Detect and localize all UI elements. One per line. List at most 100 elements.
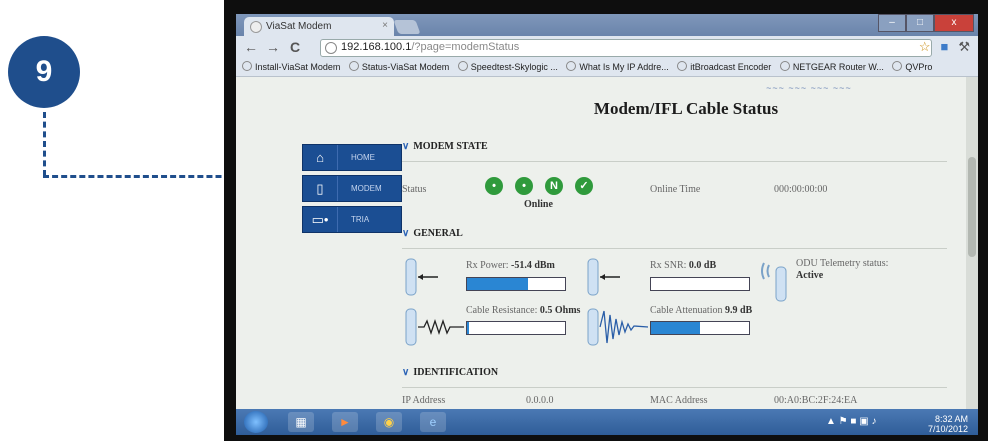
minimize-button[interactable]: – (878, 14, 906, 32)
window-controls: – □ x (878, 14, 974, 32)
forward-arrow-icon[interactable]: → (266, 39, 280, 55)
bookmark-favicon-icon (566, 61, 577, 71)
section-title: IDENTIFICATION (413, 367, 499, 378)
bookmark-item[interactable]: NETGEAR Router W... (779, 61, 884, 72)
browser-toolbar: ← → C 192.168.100.1/?page=modemStatus ☆ … (236, 36, 978, 58)
reload-icon[interactable]: C (290, 39, 300, 55)
status-value: Online (524, 199, 553, 210)
bookmark-favicon-icon (892, 61, 903, 71)
menu-label: HOME (351, 153, 375, 162)
media-player-icon[interactable]: ► (332, 412, 358, 432)
bookmark-item[interactable]: What Is My IP Addre... (566, 61, 669, 72)
url-text: 192.168.100.1/?page=modemStatus (341, 41, 519, 53)
mac-address-label: MAC Address (650, 395, 708, 406)
url-path: /?page=modemStatus (411, 41, 520, 53)
step-number-badge: 9 (8, 36, 80, 108)
rx-snr-text: Rx SNR: 0.0 dB (650, 260, 716, 271)
bookmark-label: Install-ViaSat Modem (255, 62, 341, 72)
section-header-modem-state[interactable]: ∨ MODEM STATE (402, 141, 947, 162)
cable-attenuation-meter (650, 321, 750, 335)
file-explorer-icon[interactable]: ▦ (288, 412, 314, 432)
online-time-value: 000:00:00:00 (774, 184, 828, 195)
bookmark-item[interactable]: Status-ViaSat Modem (348, 61, 450, 72)
modem-icon: ▯ (303, 176, 338, 201)
tab-close-icon[interactable]: × (382, 20, 388, 31)
wrench-icon[interactable]: ⚒ (958, 39, 970, 55)
collapse-chevron-icon: ∨ (402, 228, 410, 239)
bookmark-item[interactable]: QVPro (892, 61, 932, 72)
bookmark-label: Speedtest-Skylogic ... (470, 62, 558, 72)
cable-resistance-meter (466, 321, 566, 335)
menu-label: TRIA (351, 215, 370, 224)
ip-address-value: 0.0.0.0 (526, 395, 554, 406)
menu-item-modem[interactable]: ▯ MODEM (302, 175, 402, 202)
clock-time: 8:32 AM (934, 414, 968, 424)
cable-resistance-icon (405, 308, 464, 346)
collapse-chevron-icon: ∨ (402, 141, 410, 152)
rx-power-label: Rx Power: (466, 260, 509, 271)
section-title: GENERAL (413, 228, 463, 239)
menu-item-tria[interactable]: ▭• TRIA (302, 206, 402, 233)
maximize-button[interactable]: □ (906, 14, 934, 32)
internet-explorer-icon[interactable]: e (420, 412, 446, 432)
menu-item-home[interactable]: ⌂ HOME (302, 144, 402, 171)
rx-power-meter (466, 277, 566, 291)
ip-address-label: IP Address (402, 395, 446, 406)
cable-attenuation-value: 9.9 dB (725, 305, 753, 316)
bookmark-label: Status-ViaSat Modem (361, 62, 450, 72)
bookmark-item[interactable]: itBroadcast Encoder (677, 61, 771, 72)
bookmark-favicon-icon (677, 61, 688, 71)
cable-attenuation-text: Cable Attenuation 9.9 dB (650, 305, 752, 316)
bookmark-star-icon[interactable]: ☆ (919, 39, 931, 55)
chrome-icon[interactable]: ◉ (376, 412, 402, 432)
cable-resistance-text: Cable Resistance: 0.5 Ohms (466, 305, 580, 316)
url-host: 192.168.100.1 (341, 41, 412, 53)
new-tab-button[interactable] (393, 20, 421, 34)
signal-status-icon: • (485, 177, 503, 195)
telemetry-antenna-icon (761, 262, 787, 302)
browser-tab[interactable]: ViaSat Modem × (244, 17, 394, 36)
rx-power-text: Rx Power: -51.4 dBm (466, 260, 555, 271)
odu-device-icon (587, 258, 620, 296)
rx-snr-meter (650, 277, 750, 291)
bookmark-favicon-icon (457, 61, 468, 71)
toolbar-icons: ☆ ■ ⚒ (919, 39, 970, 55)
house-icon: ⌂ (303, 145, 338, 170)
clock[interactable]: 8:32 AM 7/10/2012 (928, 414, 968, 434)
cable-attenuation-label: Cable Attenuation (650, 305, 723, 316)
close-window-button[interactable]: x (934, 14, 974, 32)
back-arrow-icon[interactable]: ← (244, 39, 258, 55)
rx-power-meter-fill (467, 278, 528, 290)
page-favicon-icon (250, 21, 262, 33)
clock-date: 7/10/2012 (927, 424, 968, 434)
page-info-icon (325, 42, 337, 54)
transmit-status-icon: • (515, 177, 533, 195)
cable-resistance-value: 0.5 Ohms (539, 305, 581, 316)
page-title: Modem/IFL Cable Status (593, 99, 779, 118)
system-tray-icons[interactable]: ▲ ⚑ ■ ▣ ♪ (826, 416, 876, 427)
odu-telemetry-label: ODU Telemetry status: (796, 258, 889, 269)
mac-address-value: 00:A0:BC:2F:24:EA (774, 395, 858, 406)
web-page: ~~~ ~~~ ~~~ ~~~ Modem/IFL Cable Status ⌂… (236, 77, 978, 409)
partner-logos: ~~~ ~~~ ~~~ ~~~ (766, 83, 852, 93)
bookmark-item[interactable]: Speedtest-Skylogic ... (457, 61, 558, 72)
bookmark-label: What Is My IP Addre... (579, 62, 669, 72)
section-header-identification[interactable]: ∨ IDENTIFICATION (402, 367, 947, 388)
address-bar[interactable]: 192.168.100.1/?page=modemStatus (320, 39, 932, 57)
tab-strip: ViaSat Modem × – □ x (236, 14, 978, 36)
rx-power-value: -51.4 dBm (511, 260, 555, 271)
start-button[interactable] (244, 411, 268, 433)
section-header-general[interactable]: ∨ GENERAL (402, 228, 947, 249)
odu-device-icon (405, 258, 438, 296)
menu-label: MODEM (351, 184, 382, 193)
online-time-label: Online Time (650, 184, 701, 195)
bookmark-label: NETGEAR Router W... (792, 62, 884, 72)
windows-taskbar: ▦ ► ◉ e ▲ ⚑ ■ ▣ ♪ 8:32 AM 7/10/2012 (236, 409, 978, 435)
antenna-icon: ▭• (303, 207, 338, 232)
bookmark-favicon-icon (242, 61, 252, 71)
rx-snr-value: 0.0 dB (688, 260, 717, 271)
scrollbar-thumb[interactable] (968, 157, 976, 257)
bookmark-favicon-icon (348, 61, 359, 71)
extension-icon[interactable]: ■ (940, 39, 948, 55)
bookmark-item[interactable]: Install-ViaSat Modem (242, 61, 340, 72)
